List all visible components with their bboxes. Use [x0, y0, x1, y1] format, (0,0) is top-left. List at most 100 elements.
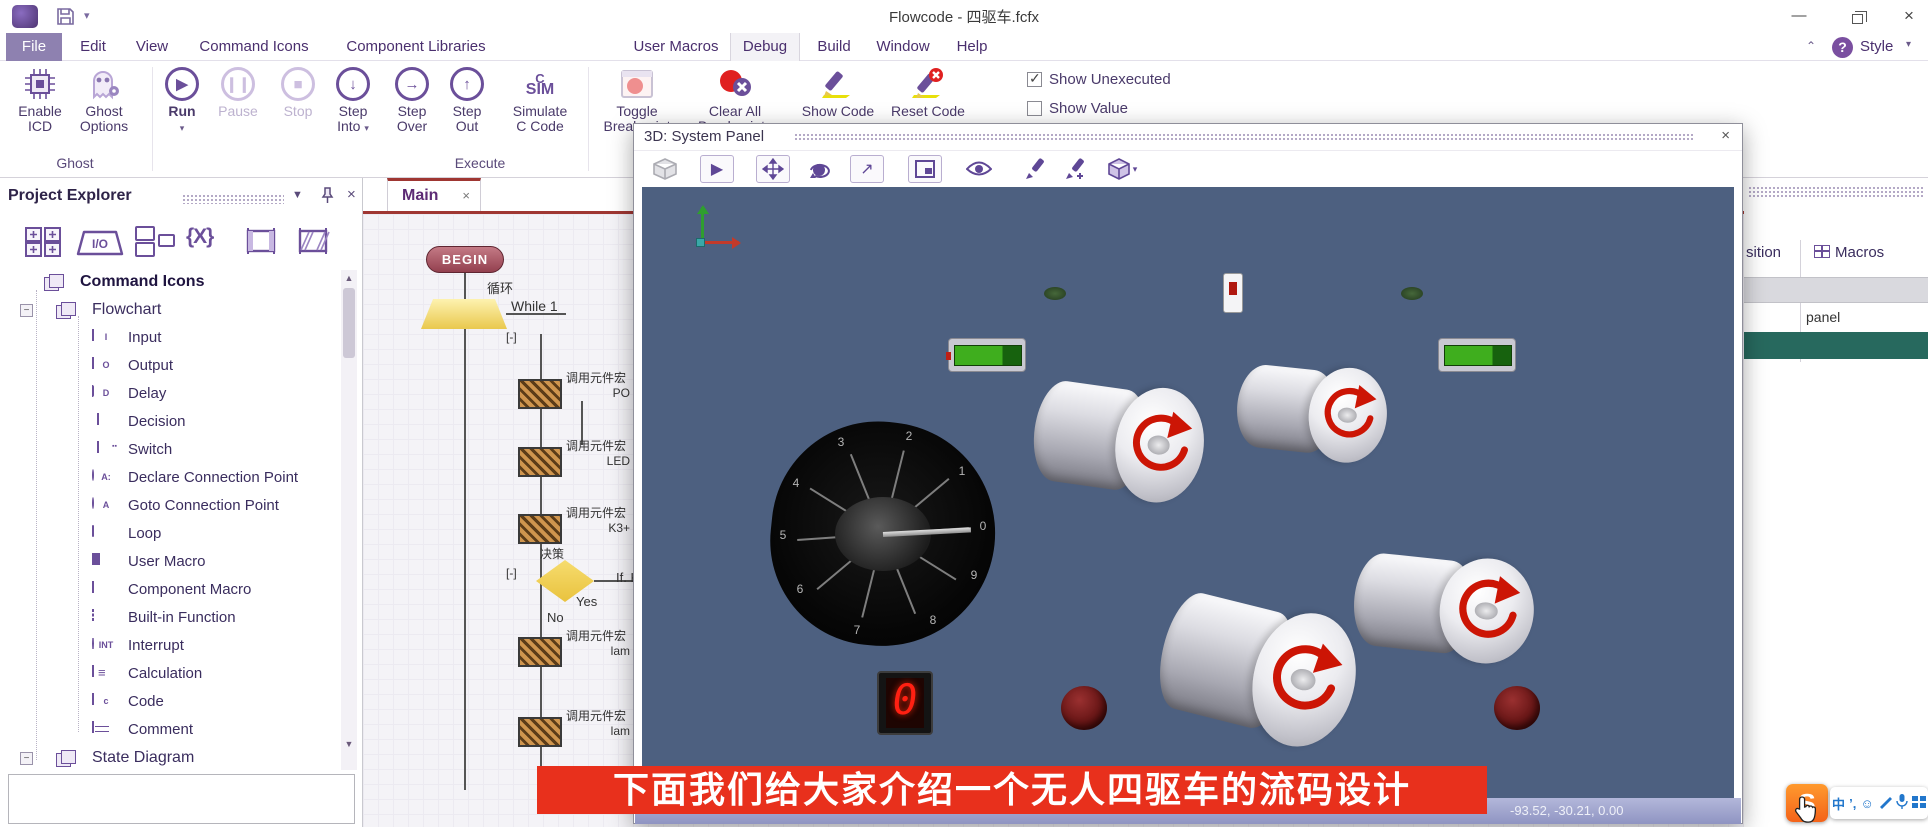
scroll-down-icon[interactable]: ▼: [341, 736, 357, 752]
panel3d-drag-grip[interactable]: [794, 133, 1694, 142]
component-macro-block[interactable]: [518, 514, 562, 544]
menu-user-macros[interactable]: User Macros: [624, 33, 728, 61]
tree-scrollbar[interactable]: ▲ ▼: [341, 270, 357, 770]
green-pad[interactable]: [1044, 287, 1066, 300]
step-out-button[interactable]: ↑ StepOut: [431, 64, 503, 134]
begin-block[interactable]: BEGIN: [426, 246, 504, 273]
zoom-region-icon[interactable]: [908, 155, 942, 183]
menu-component-libraries[interactable]: Component Libraries: [336, 33, 496, 61]
motor-3d[interactable]: [1232, 356, 1391, 466]
reset-code-button[interactable]: Reset Code: [886, 64, 970, 119]
io-ports-grid-icon[interactable]: [24, 226, 62, 263]
ime-mic-icon[interactable]: [1896, 794, 1908, 812]
tree-item-input[interactable]: IInput: [0, 326, 336, 352]
tree-item-calculation[interactable]: Calculation: [0, 662, 336, 688]
probe-pen-icon[interactable]: [1018, 155, 1052, 183]
user-macro-toolbar-icon[interactable]: [240, 226, 282, 261]
minimize-button[interactable]: —: [1784, 4, 1814, 28]
system-panel-3d-window[interactable]: 3D: System Panel × ▶ ↗: [633, 123, 1743, 824]
motor-3d[interactable]: [1148, 579, 1370, 757]
project-explorer-header[interactable]: Project Explorer ▼ ×: [0, 184, 362, 210]
simulate-play-icon[interactable]: ▶: [700, 155, 734, 183]
wheel-knob[interactable]: [1494, 686, 1540, 730]
orbit-icon[interactable]: [804, 155, 838, 183]
menu-debug[interactable]: Debug: [730, 33, 800, 61]
panel3d-close-icon[interactable]: ×: [1721, 127, 1730, 144]
tree-item-decision[interactable]: Decision: [0, 410, 336, 436]
close-button[interactable]: ×: [1894, 4, 1924, 28]
drag-grip[interactable]: [182, 194, 284, 204]
macros-tab[interactable]: Macros: [1814, 244, 1884, 261]
show-unexecuted-checkbox[interactable]: Show Unexecuted: [1027, 70, 1171, 88]
enable-icd-button[interactable]: EnableICD: [4, 64, 76, 134]
tree-item-builtin-function[interactable]: Built-in Function: [0, 606, 336, 632]
help-icon[interactable]: ?: [1832, 37, 1853, 58]
ime-lang-icon[interactable]: 中: [1832, 794, 1845, 813]
eye-icon[interactable]: [962, 155, 996, 183]
menu-help[interactable]: Help: [946, 33, 998, 61]
wheel-knob[interactable]: [1061, 686, 1107, 730]
io-icon[interactable]: I/O: [76, 230, 124, 261]
selected-row[interactable]: [1744, 332, 1928, 359]
component-macro-block[interactable]: [518, 379, 562, 409]
tree-item-declare-connection-point[interactable]: A:Declare Connection Point: [0, 466, 336, 492]
panels-icon[interactable]: [134, 226, 176, 263]
simulation-viewport[interactable]: 0 1 2 3 4 5 6 7 8 9 0: [642, 187, 1734, 798]
panel-menu-caret-icon[interactable]: ▼: [292, 189, 303, 201]
motor-3d[interactable]: [1349, 545, 1539, 668]
collapse-ribbon-icon[interactable]: ⌃: [1806, 39, 1816, 53]
ime-pen-icon[interactable]: [1878, 795, 1892, 812]
tree-group-state-diagram[interactable]: − State Diagram: [0, 746, 336, 772]
menu-edit[interactable]: Edit: [70, 33, 116, 61]
ime-keyboard-icon[interactable]: [1912, 796, 1926, 811]
tree-item-interrupt[interactable]: INTInterrupt: [0, 634, 336, 660]
tree-group-flowchart[interactable]: − Flowchart: [0, 298, 336, 324]
panel3d-titlebar[interactable]: 3D: System Panel ×: [634, 124, 1742, 151]
tab-main[interactable]: Main ×: [387, 178, 481, 211]
ime-punct-icon[interactable]: ’,: [1849, 796, 1856, 811]
component-macro-block[interactable]: [518, 447, 562, 477]
ghost-options-button[interactable]: GhostOptions: [68, 64, 140, 134]
tree-item-output[interactable]: OOutput: [0, 354, 336, 380]
led-bargraph-right[interactable]: [1438, 338, 1516, 372]
show-value-checkbox[interactable]: Show Value: [1027, 99, 1128, 117]
menu-file[interactable]: File: [6, 33, 62, 61]
simulate-c-code-button[interactable]: CSIM SimulateC Code: [499, 64, 581, 134]
tree-item-code[interactable]: cCode: [0, 690, 336, 716]
collapse-expander-icon[interactable]: −: [20, 752, 33, 765]
menu-window[interactable]: Window: [868, 33, 938, 61]
collapse-marker[interactable]: [-]: [506, 330, 517, 344]
scroll-up-icon[interactable]: ▲: [341, 270, 357, 286]
pan-icon[interactable]: [756, 155, 790, 183]
component-macro-toolbar-icon[interactable]: [292, 226, 334, 261]
sensor-module[interactable]: [1223, 273, 1243, 313]
tree-item-delay[interactable]: DDelay: [0, 382, 336, 408]
tree-item-user-macro[interactable]: User Macro: [0, 550, 336, 576]
tree-item-goto-connection-point[interactable]: AGoto Connection Point: [0, 494, 336, 520]
right-panel-grip[interactable]: [1748, 186, 1924, 198]
pin-icon[interactable]: [320, 187, 335, 204]
collapse-expander-icon[interactable]: −: [20, 304, 33, 317]
menu-build[interactable]: Build: [808, 33, 860, 61]
tree-item-loop[interactable]: Loop: [0, 522, 336, 548]
expand-icon[interactable]: ↗: [850, 155, 884, 183]
restore-button[interactable]: [1842, 4, 1872, 28]
variables-icon[interactable]: {X}: [186, 225, 213, 249]
style-menu[interactable]: Style: [1860, 33, 1893, 61]
view-3d-icon[interactable]: [648, 155, 682, 183]
ime-emoji-icon[interactable]: ☺: [1860, 796, 1873, 811]
led-bargraph-left[interactable]: [948, 338, 1026, 372]
while-loop-block[interactable]: [421, 299, 507, 329]
green-pad[interactable]: [1401, 287, 1423, 300]
menu-view[interactable]: View: [126, 33, 178, 61]
tree-item-comment[interactable]: Comment: [0, 718, 336, 744]
seven-segment-display[interactable]: 0: [877, 671, 933, 735]
tab-close-icon[interactable]: ×: [462, 188, 470, 203]
tree-item-switch[interactable]: Switch: [0, 438, 336, 464]
panel-close-icon[interactable]: ×: [347, 186, 356, 203]
menu-command-icons[interactable]: Command Icons: [190, 33, 318, 61]
show-code-button[interactable]: Show Code: [796, 64, 880, 119]
component-macro-block[interactable]: [518, 717, 562, 747]
tree-item-component-macro[interactable]: Component Macro: [0, 578, 336, 604]
motor-3d[interactable]: [1027, 371, 1211, 509]
